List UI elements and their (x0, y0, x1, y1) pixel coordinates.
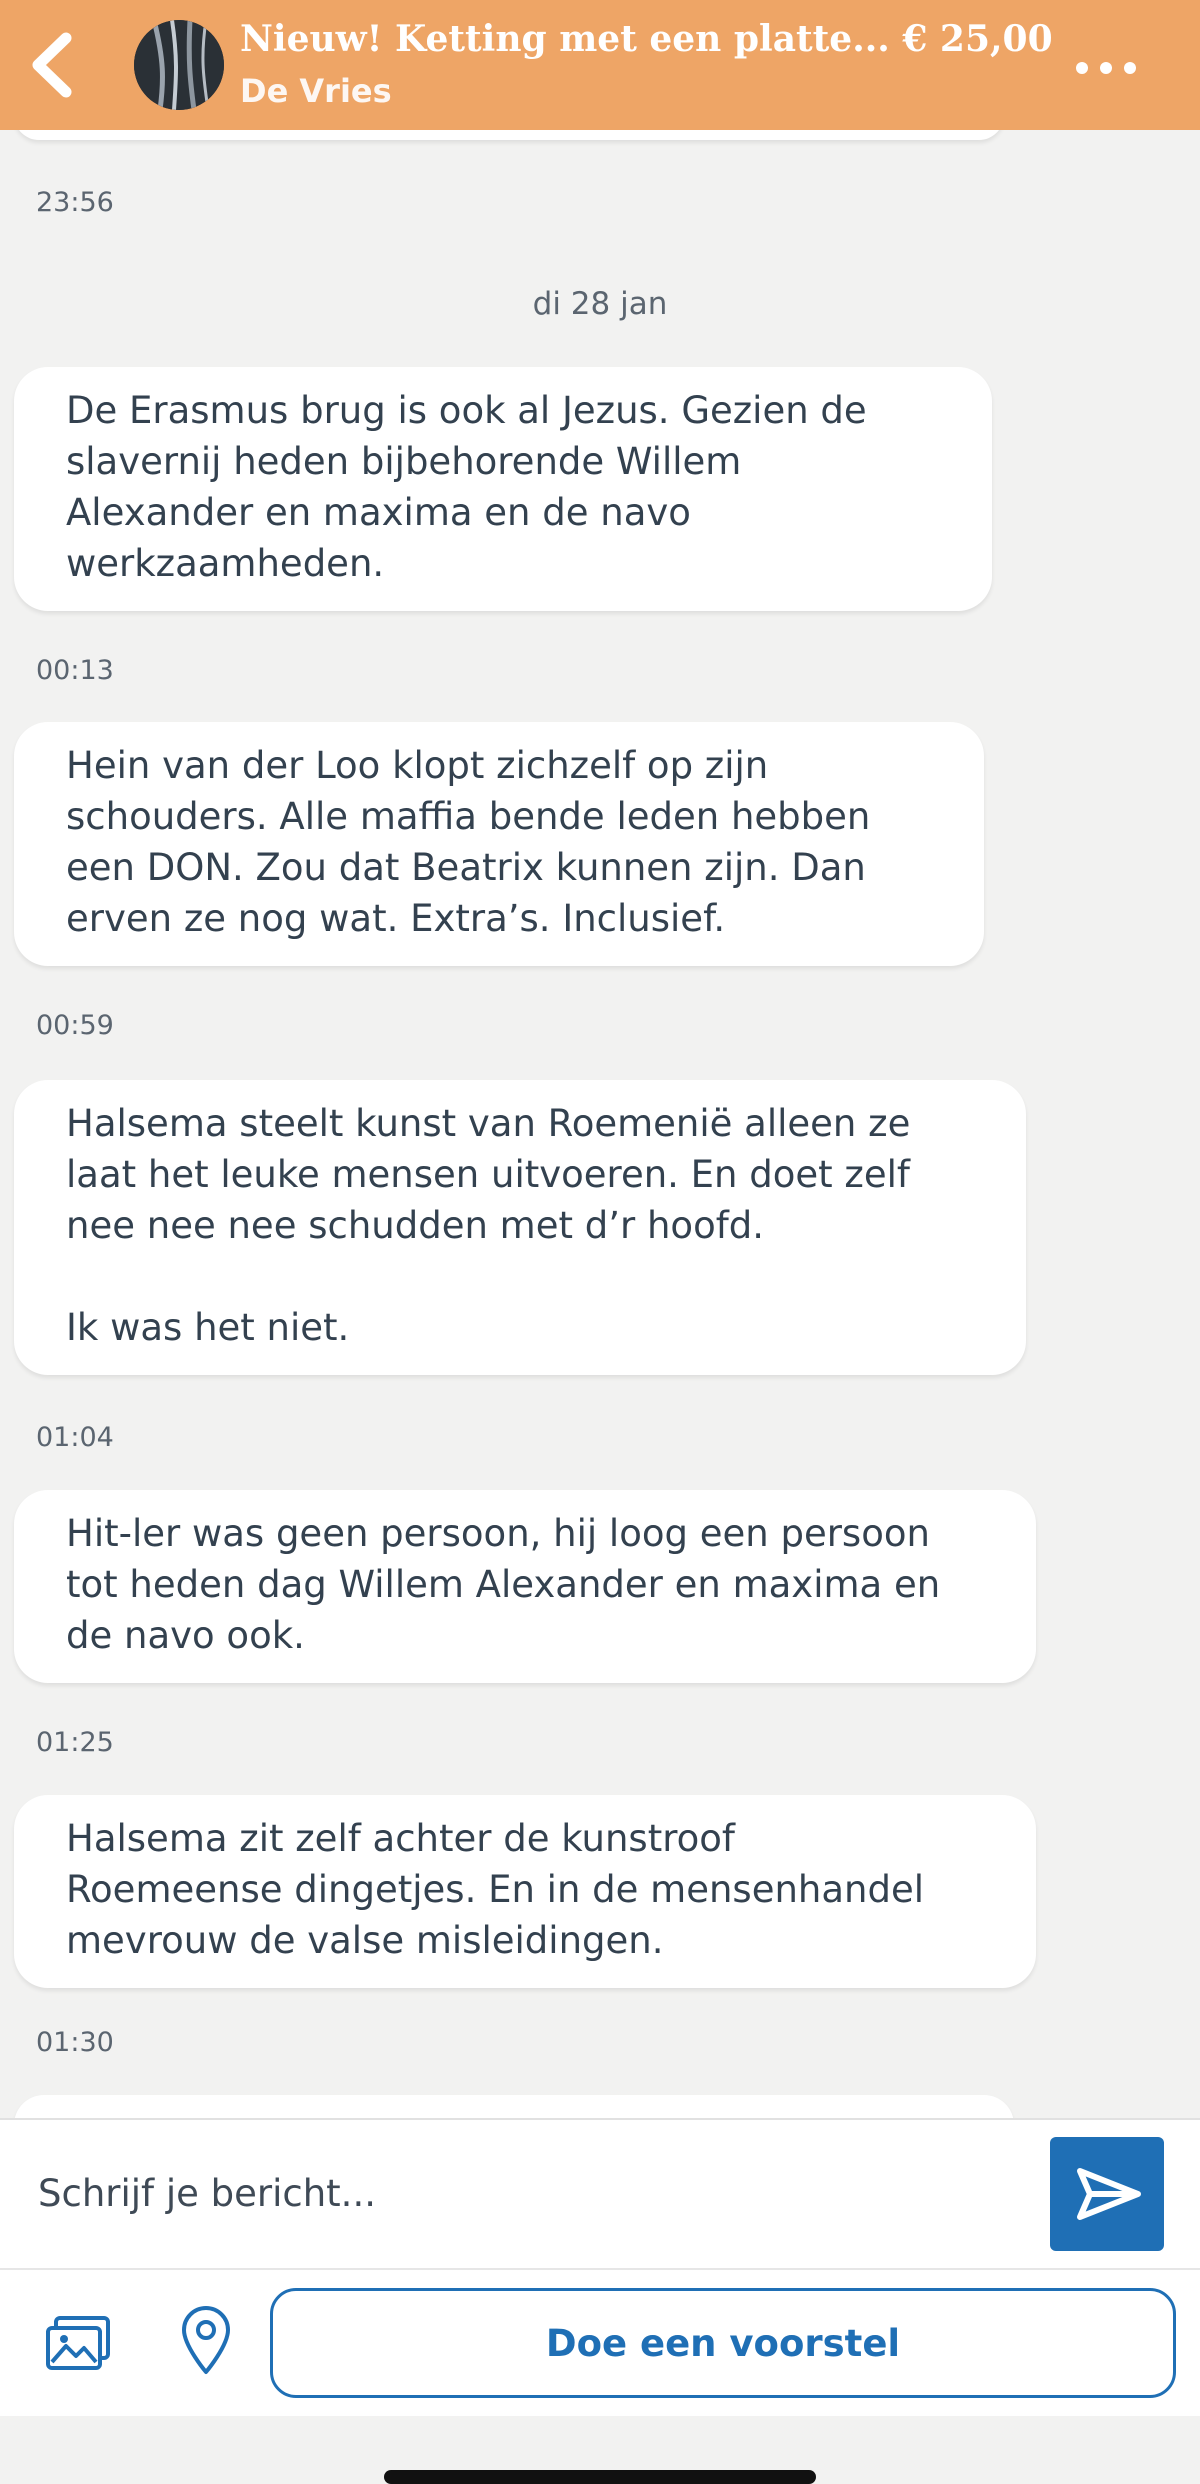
message-bubble: Hein van der Loo klopt zichzelf op zijn … (14, 722, 984, 966)
message-line: slavernij heden bijbehorende Willem (66, 440, 742, 483)
action-bar: Doe een voorstel (0, 2268, 1200, 2416)
listing-thumbnail[interactable] (134, 20, 224, 110)
listing-title[interactable]: Nieuw! Ketting met een platte... € 25,00 (240, 18, 1053, 60)
message-line: Roemeense dingetjes. En in de mensenhand… (66, 1868, 925, 1911)
message-line: Halsema steelt kunst van Roemenië alleen… (66, 1102, 911, 1145)
necklace-image (134, 20, 224, 110)
photo-icon (46, 2316, 110, 2370)
message-timestamp: 00:59 (36, 1010, 114, 1041)
message-line: schouders. Alle maffia bende leden hebbe… (66, 795, 871, 838)
message-line: tot heden dag Willem Alexander en maxima… (66, 1563, 941, 1606)
make-offer-button[interactable]: Doe een voorstel (270, 2288, 1176, 2398)
message-input[interactable] (36, 2160, 1020, 2226)
chat-header: Nieuw! Ketting met een platte... € 25,00… (0, 0, 1200, 130)
message-line: laat het leuke mensen uitvoeren. En doet… (66, 1153, 910, 1196)
message-bubble: Halsema steelt kunst van Roemenië alleen… (14, 1080, 1026, 1375)
message-bubble-partial (14, 130, 1004, 140)
message-timestamp: 01:04 (36, 1422, 114, 1453)
message-line: mevrouw de valse misleidingen. (66, 1919, 664, 1962)
message-line: De Erasmus brug is ook al Jezus. Gezien … (66, 389, 867, 432)
message-line: Hein van der Loo klopt zichzelf op zijn (66, 744, 769, 787)
back-button[interactable] (22, 30, 82, 100)
message-bubble: Hit-ler was geen persoon, hij loog een p… (14, 1490, 1036, 1683)
message-line: de navo ook. (66, 1614, 305, 1657)
more-options-button[interactable] (1066, 48, 1146, 88)
message-bubble: Halsema zit zelf achter de kunstroof Roe… (14, 1795, 1036, 1988)
seller-name[interactable]: De Vries (240, 72, 392, 110)
send-icon (1077, 2168, 1141, 2220)
chevron-left-icon (32, 32, 72, 98)
photo-button[interactable] (44, 2312, 114, 2374)
message-line: werkzaamheden. (66, 542, 385, 585)
location-pin-icon (182, 2306, 230, 2374)
message-list[interactable]: 23:56 di 28 jan De Erasmus brug is ook a… (0, 130, 1200, 2210)
message-line: Halsema zit zelf achter de kunstroof (66, 1817, 735, 1860)
message-timestamp: 23:56 (36, 187, 114, 218)
send-button[interactable] (1050, 2137, 1164, 2251)
location-button[interactable] (180, 2306, 232, 2376)
message-line: Ik was het niet. (66, 1306, 350, 1349)
message-timestamp: 01:30 (36, 2027, 114, 2058)
message-line: een DON. Zou dat Beatrix kunnen zijn. Da… (66, 846, 866, 889)
message-line: Hit-ler was geen persoon, hij loog een p… (66, 1512, 930, 1555)
message-bubble: De Erasmus brug is ook al Jezus. Gezien … (14, 367, 992, 611)
message-composer (0, 2118, 1200, 2270)
message-timestamp: 01:25 (36, 1727, 114, 1758)
message-line: nee nee nee schudden met d’r hoofd. (66, 1204, 764, 1247)
message-line: erven ze nog wat. Extra’s. Inclusief. (66, 897, 726, 940)
message-line: Alexander en maxima en de navo (66, 491, 691, 534)
date-separator: di 28 jan (532, 286, 668, 322)
message-timestamp: 00:13 (36, 655, 114, 686)
